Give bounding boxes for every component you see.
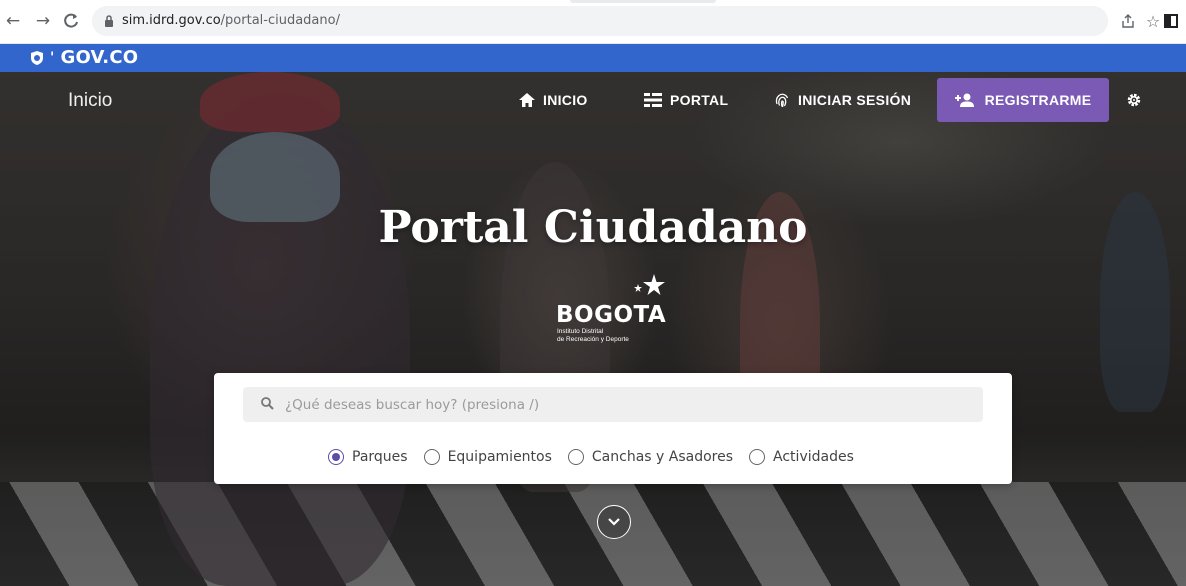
nav-iniciar-sesion[interactable]: INICIAR SESIÓN xyxy=(774,78,911,122)
share-icon[interactable] xyxy=(1118,10,1138,32)
star-logo-icon xyxy=(634,274,665,295)
option-label: Canchas y Asadores xyxy=(591,449,734,465)
tab-indicator xyxy=(570,0,716,3)
logo-word: BOGOTA xyxy=(556,302,667,328)
bogota-logo: BOGOTA Instituto Distrital de Recreación… xyxy=(556,272,686,352)
radio-unchecked[interactable] xyxy=(567,449,584,465)
nav-inicio[interactable]: INICIO xyxy=(519,78,588,122)
option-label: Actividades xyxy=(773,449,854,465)
option-label: Equipamientos xyxy=(447,449,552,465)
browser-toolbar: ← → sim.idrd.gov.co/portal-ciudadano/ ☆ xyxy=(0,0,1186,44)
logo-line2: de Recreación y Deporte xyxy=(557,336,629,343)
radio-unchecked[interactable] xyxy=(423,449,440,465)
gov-bar: ' GOV.CO xyxy=(0,44,1186,72)
search-card: Parques Equipamientos Canchas y Asadores… xyxy=(214,373,1012,484)
arrow-right-icon[interactable]: → xyxy=(32,10,54,32)
radio-unchecked[interactable] xyxy=(749,449,766,465)
option-label: Parques xyxy=(352,449,408,465)
site-title[interactable]: Inicio xyxy=(68,90,112,112)
option-equipamientos[interactable]: Equipamientos xyxy=(423,449,552,465)
nav-portal[interactable]: PORTAL xyxy=(644,78,728,122)
search-icon xyxy=(261,397,274,410)
lock-icon[interactable] xyxy=(104,15,114,27)
register-label: REGISTRARME xyxy=(984,92,1092,108)
option-parques[interactable]: Parques xyxy=(328,449,408,465)
gov-logo-text: GOV.CO xyxy=(60,47,139,68)
nav-label: INICIAR SESIÓN xyxy=(798,92,912,108)
fingerprint-icon xyxy=(775,93,789,108)
option-actividades[interactable]: Actividades xyxy=(749,449,854,465)
hero-section: Inicio INICIO PORTAL INICIAR SESIÓN REGI… xyxy=(0,72,1186,586)
home-icon xyxy=(519,93,535,107)
logo-line1: Instituto Distrital xyxy=(557,328,604,335)
search-input[interactable] xyxy=(285,387,965,422)
scroll-down-button[interactable] xyxy=(597,505,631,539)
option-canchas-asadores[interactable]: Canchas y Asadores xyxy=(567,449,734,465)
url-text[interactable]: sim.idrd.gov.co/portal-ciudadano/ xyxy=(122,13,340,28)
add-user-icon xyxy=(954,93,974,107)
reload-icon[interactable] xyxy=(60,10,82,32)
list-icon xyxy=(644,93,662,107)
nav-label: PORTAL xyxy=(670,92,729,108)
gov-logo[interactable]: ' GOV.CO xyxy=(30,47,138,68)
page-title: Portal Ciudadano xyxy=(378,202,808,253)
gear-icon[interactable] xyxy=(1126,92,1142,113)
radio-checked[interactable] xyxy=(328,449,344,465)
search-type-options: Parques Equipamientos Canchas y Asadores… xyxy=(328,449,854,465)
gov-separator: ' xyxy=(50,49,55,66)
arrow-left-icon[interactable]: ← xyxy=(2,10,24,32)
address-bar[interactable]: sim.idrd.gov.co/portal-ciudadano/ xyxy=(92,6,1108,36)
nav-label: INICIO xyxy=(543,92,588,108)
register-button[interactable]: REGISTRARME xyxy=(937,78,1109,122)
chevron-down-icon xyxy=(608,518,620,526)
gov-shield-icon xyxy=(31,50,43,65)
search-box[interactable] xyxy=(243,387,983,422)
window-icon[interactable] xyxy=(1160,10,1182,32)
